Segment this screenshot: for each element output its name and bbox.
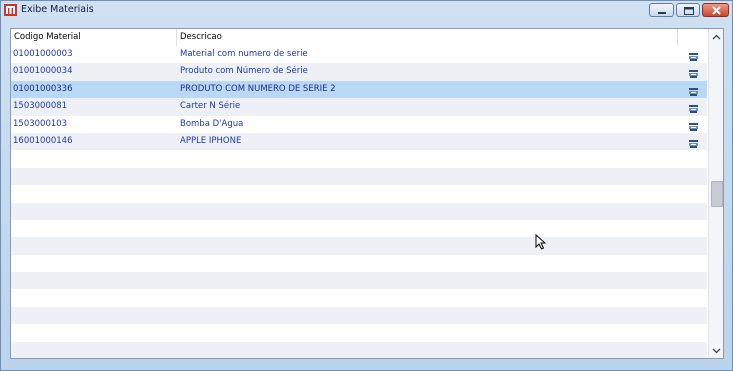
empty-row <box>11 202 707 220</box>
app-logo-icon <box>4 3 17 17</box>
grid-rows: 01001000003 Material com numero de serie… <box>11 46 707 358</box>
table-row[interactable]: 01001000003 Material com numero de serie <box>11 46 707 64</box>
maximize-icon <box>684 7 694 15</box>
empty-row <box>11 272 707 290</box>
table-row[interactable]: 01001000034 Produto com Número de Série <box>11 63 707 81</box>
empty-row <box>11 289 707 307</box>
column-header-descricao[interactable]: Descricao <box>177 29 678 46</box>
grid-header: Codigo Material Descricao <box>11 29 707 47</box>
column-header-codigo[interactable]: Codigo Material <box>11 29 177 46</box>
empty-row <box>11 324 707 342</box>
empty-row <box>11 167 707 186</box>
cell-descricao: Bomba D'Agua <box>180 118 244 129</box>
cell-descricao: Material com numero de serie <box>180 49 308 59</box>
minimize-button[interactable] <box>649 3 674 17</box>
cell-descricao: Carter N Série <box>180 101 241 112</box>
table-row[interactable]: 1503000103 Bomba D'Agua <box>11 115 707 133</box>
printer-icon[interactable] <box>689 105 698 114</box>
maximize-button[interactable] <box>676 3 700 17</box>
cell-codigo: 1503000103 <box>13 118 68 129</box>
scroll-down-icon[interactable] <box>711 345 722 356</box>
close-button[interactable] <box>702 3 729 17</box>
title-bar[interactable]: Exibe Materiais <box>1 1 732 21</box>
window-title: Exibe Materiais <box>21 4 94 15</box>
empty-row <box>11 341 707 358</box>
table-row-selected[interactable]: 01001000336 PRODUTO COM NUMERO DE SERIE … <box>11 80 707 99</box>
minimize-icon <box>658 12 666 14</box>
scrollbar-thumb[interactable] <box>711 181 723 207</box>
cell-codigo: 01001000034 <box>13 66 73 77</box>
cell-descricao: APPLE IPHONE <box>180 135 242 146</box>
printer-icon[interactable] <box>689 53 698 61</box>
printer-icon[interactable] <box>689 87 698 96</box>
mouse-cursor-icon <box>535 234 546 250</box>
scroll-up-icon[interactable] <box>711 32 722 43</box>
empty-row <box>11 185 707 203</box>
printer-icon[interactable] <box>689 70 698 79</box>
printer-icon[interactable] <box>689 122 698 131</box>
close-icon <box>712 6 721 15</box>
table-row[interactable]: 1503000081 Carter N Série <box>11 98 707 116</box>
cell-codigo: 1503000081 <box>13 101 68 112</box>
empty-row <box>11 254 707 273</box>
cell-descricao: Produto com Número de Série <box>180 66 308 77</box>
cell-codigo: 01001000003 <box>13 49 73 59</box>
cell-codigo: 16001000146 <box>13 135 73 146</box>
table-row[interactable]: 16001000146 APPLE IPHONE <box>11 132 707 151</box>
cell-codigo: 01001000336 <box>13 83 73 94</box>
printer-icon[interactable] <box>689 139 698 148</box>
vertical-scrollbar[interactable] <box>708 29 723 358</box>
cell-descricao: PRODUTO COM NUMERO DE SERIE 2 <box>180 83 336 94</box>
column-header-action[interactable] <box>678 29 707 46</box>
materials-grid: Codigo Material Descricao 01001000003 Ma… <box>10 28 724 359</box>
empty-row <box>11 306 707 325</box>
empty-row <box>11 237 707 255</box>
empty-row <box>11 150 707 168</box>
empty-row <box>11 219 707 238</box>
app-window: Exibe Materiais Codigo Material Descrica… <box>0 0 733 371</box>
